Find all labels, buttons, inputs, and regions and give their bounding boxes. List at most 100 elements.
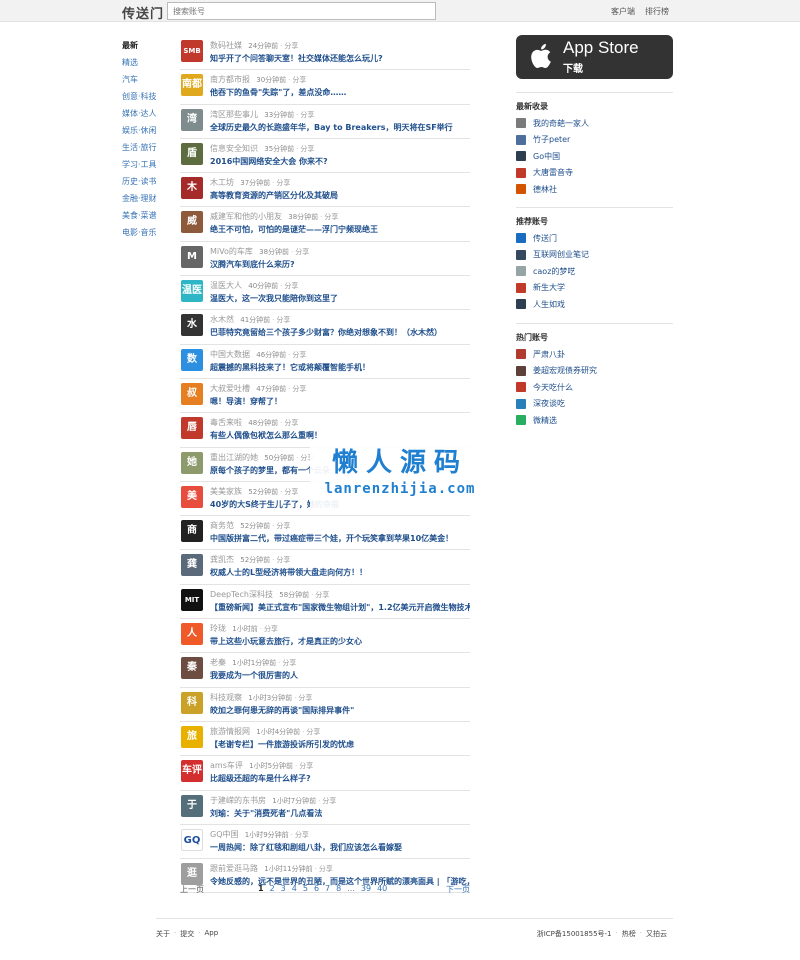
account-avatar[interactable]: MIT [181,588,203,611]
footer-link[interactable]: 热榜 [622,929,636,939]
nav-item[interactable]: 电影·音乐 [122,224,172,241]
account-link[interactable]: 深夜谈吃 [516,396,673,413]
page-number-link[interactable]: 3 [281,884,286,893]
article-title-link[interactable]: 皎加之罪何患无辞的再谈"国际排异事件" [210,705,470,716]
share-link[interactable]: 分享 [292,351,306,359]
article-title-link[interactable]: 【老谢专栏】一件旅游投诉所引发的忧虑 [210,739,470,750]
share-link[interactable]: 分享 [295,248,309,256]
account-link[interactable]: caoz的梦呓 [516,263,673,280]
share-link[interactable]: 分享 [306,728,320,736]
page-number-link[interactable]: 1 [258,884,264,893]
source-link[interactable]: 数码社媒 [210,41,242,50]
share-link[interactable]: 分享 [322,797,336,805]
article-title-link[interactable]: 一周热闻：除了红毯和剧组八卦，我们应该怎么看嫁娶 [210,842,470,853]
source-link[interactable]: 跟前爱逛马路 [210,864,258,873]
nav-item[interactable]: 生活·旅行 [122,139,172,156]
account-link[interactable]: Go中国 [516,148,673,165]
share-link[interactable]: 分享 [284,42,298,50]
article-title-link[interactable]: 知乎开了个问答聊天室！社交媒体还能怎么玩儿? [210,53,470,64]
account-avatar[interactable]: 数 [181,348,203,371]
account-link[interactable]: 大唐雷音寺 [516,165,673,182]
account-link[interactable]: 互联网创业笔记 [516,247,673,264]
account-link[interactable]: 今天吃什么 [516,379,673,396]
nav-item[interactable]: 汽车 [122,71,172,88]
source-link[interactable]: 温医大人 [210,281,242,290]
source-link[interactable]: GQ中国 [210,830,239,839]
account-avatar[interactable]: 唇 [181,417,203,440]
account-avatar[interactable]: 她 [181,451,203,474]
nav-item[interactable]: 美食·菜谱 [122,207,172,224]
ranking-link[interactable]: 排行榜 [645,6,669,17]
share-link[interactable]: 分享 [276,179,290,187]
account-avatar[interactable]: SMB [181,40,203,62]
article-title-link[interactable]: 超震撼的黑科技来了！它或将颠覆智能手机！ [210,362,470,373]
source-link[interactable]: 信息安全知识 [210,144,258,153]
prev-page-link[interactable]: 上一页 [180,884,204,895]
page-number-link[interactable]: 4 [292,884,297,893]
share-link[interactable]: 分享 [282,659,296,667]
source-link[interactable]: 美美家族 [210,487,242,496]
site-logo[interactable]: 传送门 [122,3,164,22]
nav-item[interactable]: 学习·工具 [122,156,172,173]
share-link[interactable]: 分享 [264,625,278,633]
share-link[interactable]: 分享 [292,385,306,393]
share-link[interactable]: 分享 [284,488,298,496]
account-avatar[interactable]: 温医 [181,280,203,303]
account-avatar[interactable]: M [181,245,203,268]
share-link[interactable]: 分享 [300,145,314,153]
article-title-link[interactable]: 汉腾汽车到底什么来历? [210,259,470,270]
account-avatar[interactable]: 旅 [181,725,203,748]
account-avatar[interactable]: 于 [181,794,203,817]
account-avatar[interactable]: 湾 [181,108,203,131]
source-link[interactable]: 重出江湖的她 [210,453,258,462]
article-title-link[interactable]: 【重磅新闻】美正式宣布"国家微生物组计划"，1.2亿美元开启微生物技术时代 [210,602,470,613]
article-title-link[interactable]: 刘瑜：关于"消费死者"几点看法 [210,808,470,819]
share-link[interactable]: 分享 [300,111,314,119]
share-link[interactable]: 分享 [299,762,313,770]
article-title-link[interactable]: 比超级还超的车是什么样子? [210,773,470,784]
source-link[interactable]: 商务范 [210,521,234,530]
nav-item[interactable]: 媒体·达人 [122,105,172,122]
nav-item[interactable]: 创意·科技 [122,88,172,105]
article-title-link[interactable]: 我要成为一个很厉害的人 [210,670,470,681]
article-title-link[interactable]: 权威人士的L型经济将带领大盘走向何方！！ [210,567,470,578]
nav-item[interactable]: 精选 [122,54,172,71]
share-link[interactable]: 分享 [292,76,306,84]
share-link[interactable]: 分享 [324,213,338,221]
source-link[interactable]: 威建军和他的小朋友 [210,212,282,221]
source-link[interactable]: 老秦 [210,658,226,667]
source-link[interactable]: 南方都市报 [210,75,250,84]
nav-item[interactable]: 历史·读书 [122,173,172,190]
next-page-link[interactable]: 下一页 [446,884,470,895]
share-link[interactable]: 分享 [298,694,312,702]
account-avatar[interactable]: 木 [181,177,203,200]
source-link[interactable]: ams车评 [210,761,243,770]
source-link[interactable]: 中国大数据 [210,350,250,359]
page-number-link[interactable]: 40 [377,884,387,893]
article-title-link[interactable]: 2016中国网络安全大会 你来不? [210,156,470,167]
account-avatar[interactable]: 盾 [181,142,203,165]
account-link[interactable]: 德林社 [516,181,673,198]
share-link[interactable]: 分享 [276,316,290,324]
source-link[interactable]: 科技观察 [210,693,242,702]
page-number-link[interactable]: 39 [361,884,371,893]
account-avatar[interactable]: 龚 [181,554,203,577]
account-link[interactable]: 竹子peter [516,132,673,149]
account-avatar[interactable]: 美 [181,485,203,508]
page-number-link[interactable]: 5 [303,884,308,893]
share-link[interactable]: 分享 [276,556,290,564]
source-link[interactable]: DeepTech深科技 [210,590,273,599]
account-link[interactable]: 姜超宏观债券研究 [516,363,673,380]
footer-link[interactable]: 浙ICP备15001855号-1 [537,929,612,939]
account-avatar[interactable]: 南都 [181,74,203,97]
account-avatar[interactable]: 车评 [181,760,203,783]
source-link[interactable]: 龚凯杰 [210,555,234,564]
account-link[interactable]: 我的奇葩一家人 [516,115,673,132]
footer-link[interactable]: 提交 [180,929,194,939]
article-title-link[interactable]: 绝王不可怕，可怕的是谜茫——浮门宁频现绝王 [210,224,470,235]
nav-item[interactable]: 最新 [122,37,172,54]
account-avatar[interactable]: 秦 [181,657,203,680]
account-link[interactable]: 严肃八卦 [516,346,673,363]
client-link[interactable]: 客户端 [611,6,635,17]
page-number-link[interactable]: 2 [270,884,275,893]
